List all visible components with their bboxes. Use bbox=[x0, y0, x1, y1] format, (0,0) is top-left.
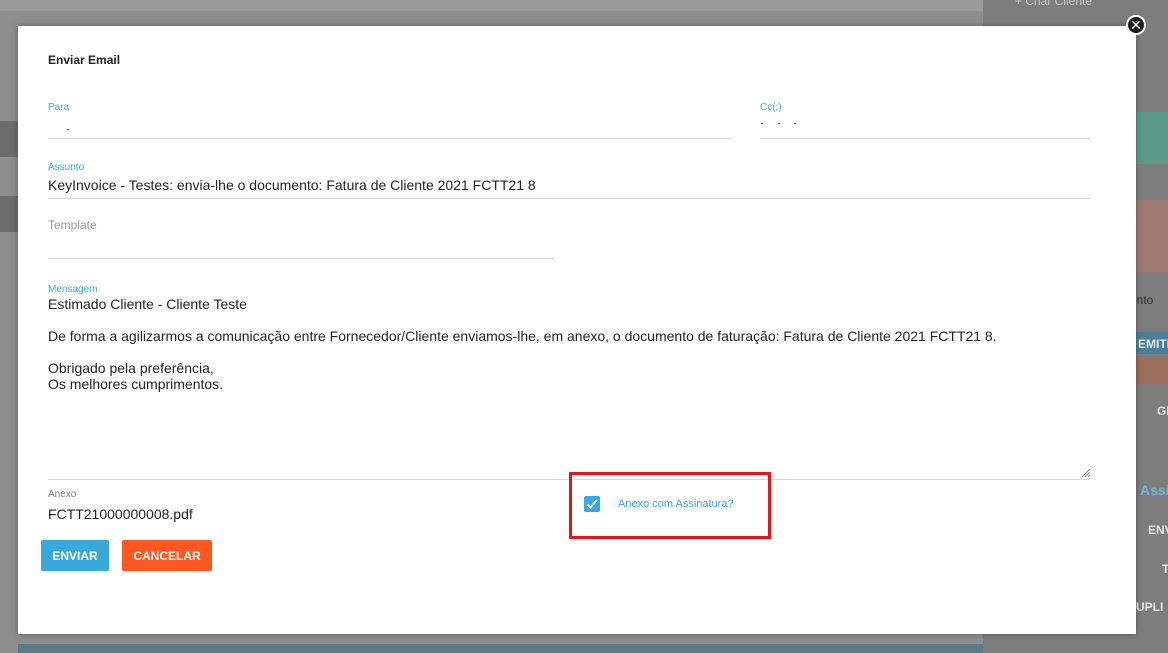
background-bottom-bar bbox=[18, 644, 983, 653]
background-block-red bbox=[1136, 200, 1168, 272]
cc-underline bbox=[760, 138, 1090, 139]
template-select[interactable]: Template bbox=[48, 218, 554, 259]
resize-handle-icon[interactable] bbox=[1080, 467, 1090, 477]
to-label: Para bbox=[48, 102, 70, 113]
close-icon[interactable]: ✕ bbox=[1126, 15, 1146, 35]
message-label: Mensagem bbox=[48, 284, 98, 295]
template-underline bbox=[48, 258, 554, 259]
background-side-text: Assi bbox=[1140, 482, 1168, 498]
signature-checkbox-label[interactable]: Anexo com Assinatura? bbox=[618, 498, 734, 510]
background-side-text: GE bbox=[1157, 404, 1168, 418]
template-placeholder: Template bbox=[48, 218, 97, 232]
attachment-filename: FCTT21000000008.pdf bbox=[48, 506, 193, 522]
subject-value[interactable]: KeyInvoice - Testes: envia-lhe o documen… bbox=[48, 177, 536, 193]
modal-title: Enviar Email bbox=[48, 53, 121, 67]
message-textarea[interactable]: Estimado Cliente - Cliente Teste De form… bbox=[48, 296, 997, 392]
background-side-text: T bbox=[1162, 562, 1168, 576]
send-email-modal: Enviar Email Para Cc(;) Assunto KeyInvoi… bbox=[18, 26, 1136, 634]
background-block-green bbox=[1136, 112, 1168, 164]
check-icon bbox=[586, 499, 598, 509]
cancel-button[interactable]: CANCELAR bbox=[122, 540, 212, 571]
subject-underline bbox=[48, 198, 1090, 199]
subject-label: Assunto bbox=[48, 162, 85, 173]
redacted-mark bbox=[778, 123, 780, 124]
to-field[interactable]: Para bbox=[48, 102, 732, 139]
message-field[interactable]: Mensagem Estimado Cliente - Cliente Test… bbox=[48, 284, 1090, 480]
background-strip bbox=[0, 121, 18, 157]
redacted-mark bbox=[67, 129, 69, 130]
background-side-text: EMITI bbox=[1138, 337, 1168, 351]
background-side-text: UPLI bbox=[1136, 600, 1164, 614]
cc-label: Cc(;) bbox=[760, 102, 782, 113]
background-side-text: ENV bbox=[1148, 523, 1168, 537]
signature-checkbox[interactable] bbox=[584, 496, 600, 512]
to-underline bbox=[48, 138, 732, 139]
redacted-mark bbox=[794, 123, 796, 124]
redacted-mark bbox=[761, 123, 763, 124]
background-create-client: + Criar Cliente bbox=[1015, 0, 1093, 8]
background-strip bbox=[0, 196, 18, 232]
subject-field[interactable]: Assunto KeyInvoice - Testes: envia-lhe o… bbox=[48, 162, 1090, 199]
background-block-orange bbox=[1136, 358, 1168, 384]
attachment-label: Anexo bbox=[48, 489, 77, 500]
cc-field[interactable]: Cc(;) bbox=[760, 102, 1090, 139]
send-button[interactable]: ENVIAR bbox=[41, 540, 109, 571]
